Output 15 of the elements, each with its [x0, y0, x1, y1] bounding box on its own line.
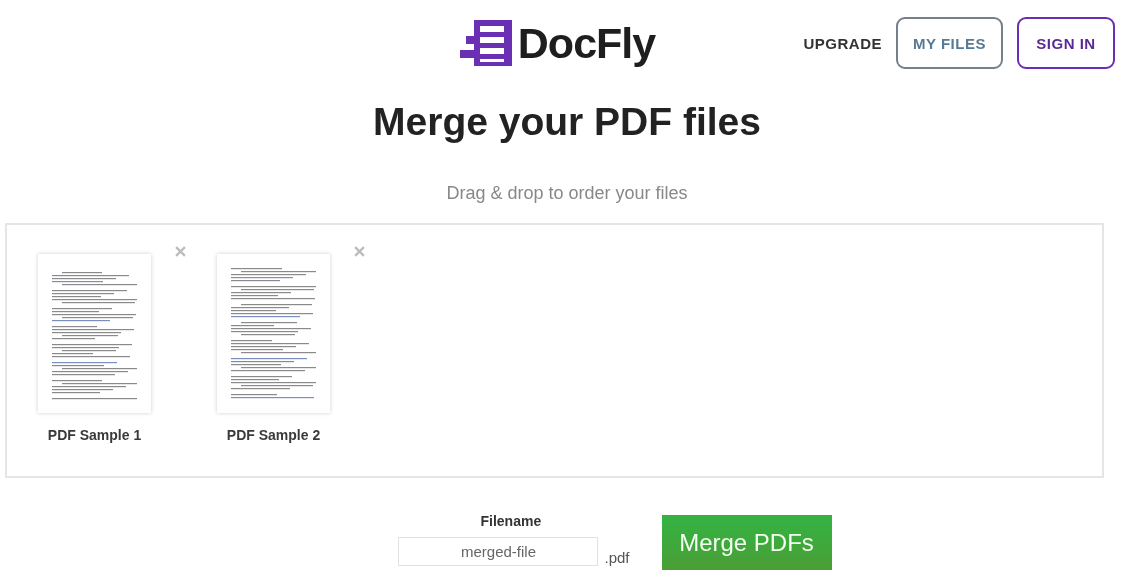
sign-in-button[interactable]: SIGN IN [1017, 17, 1115, 69]
extension-text: .pdf [604, 549, 630, 566]
file-name: PDF Sample 1 [47, 427, 142, 443]
filename-field[interactable]: merged-file [398, 537, 599, 566]
logo-icon [459, 20, 512, 66]
filename-label: Filename [480, 513, 542, 529]
file-drop-area[interactable]: PDF Sample 1 PDF Sample 2 [5, 223, 1104, 478]
page-title: Merge your PDF files [372, 99, 762, 145]
close-icon[interactable] [175, 246, 186, 257]
docfly-logo[interactable]: DocFly [459, 18, 656, 68]
file-name: PDF Sample 2 [226, 427, 321, 443]
subtitle-text: Drag & drop to order your files [445, 182, 689, 204]
close-icon[interactable] [354, 246, 365, 257]
upgrade-link[interactable]: UPGRADE [803, 34, 882, 52]
nav-button[interactable]: MY FILES [896, 17, 1003, 69]
